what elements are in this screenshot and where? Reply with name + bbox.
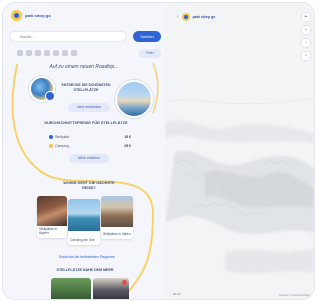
destination-image	[68, 199, 100, 231]
price-label-wrap: Camping	[49, 143, 70, 149]
terrain-layer	[165, 3, 314, 299]
search-row: Suchen	[9, 31, 161, 42]
category-chip-icon[interactable]	[53, 50, 59, 56]
discover-regions-link[interactable]: Entdecke die beliebtesten Regionen	[37, 253, 137, 261]
destination-card[interactable]: Stellplätze in Italien	[101, 196, 133, 239]
where-section-title: WOHIN GEHT DIE NÄCHSTE REISE?	[63, 181, 115, 190]
destination-caption: Camping am See	[70, 238, 95, 243]
destination-caption: Stellplätze in Italien	[103, 232, 131, 237]
zoom-in-icon[interactable]: +	[302, 13, 310, 21]
category-chip-icon[interactable]	[44, 50, 50, 56]
spot-image[interactable]	[51, 278, 91, 299]
filter-button[interactable]: Filter	[139, 49, 161, 58]
search-button[interactable]: Suchen	[133, 31, 161, 42]
zoom-out-icon[interactable]: −	[302, 26, 310, 34]
price-value: 25 €	[124, 144, 131, 148]
destination-image	[101, 196, 133, 227]
category-chip-icon[interactable]	[17, 50, 23, 56]
sidebar-panel: park sleep go Suchen Filter Auf zu einem…	[3, 3, 165, 299]
map-scale: 50 km	[173, 292, 182, 296]
price-row: Camping 25 €	[49, 143, 131, 149]
price-row: Stellplatz 15 €	[49, 134, 131, 140]
price-more-button[interactable]: Mehr erfahren	[69, 154, 109, 163]
destination-image	[37, 196, 67, 226]
heart-icon[interactable]	[122, 280, 127, 285]
price-value: 15 €	[124, 135, 131, 139]
category-chip-icon[interactable]	[71, 50, 77, 56]
map-header: ‹ park sleep go	[177, 13, 215, 21]
map-controls: + − ◦ ▫	[302, 13, 310, 65]
destination-card[interactable]: Camping am See	[68, 199, 100, 245]
category-chip-icon[interactable]	[62, 50, 68, 56]
search-input[interactable]	[9, 31, 127, 42]
layers-icon[interactable]: ▫	[302, 52, 310, 60]
map-view[interactable]: ‹ park sleep go + − ◦ ▫ 50 km Mapbox © O…	[165, 3, 314, 299]
price-label-wrap: Stellplatz	[49, 134, 70, 140]
promo-title: Auf zu einem neuen Roadtrip...	[49, 64, 119, 70]
promo-text: ENTDECKE DIE SCHÖNSTEN STELLPLÄTZE	[61, 83, 111, 92]
category-chip-icon[interactable]	[35, 50, 41, 56]
category-chip-icon[interactable]	[26, 50, 32, 56]
destination-card[interactable]: Stellplätze in Bayern	[37, 196, 67, 238]
promo-image-right	[115, 80, 153, 118]
map-attribution[interactable]: Mapbox © OpenStreetMap	[279, 294, 310, 297]
location-badge-icon	[45, 91, 55, 101]
logo-mark-icon	[11, 10, 22, 21]
price-section-title: DURCHSCHNITTSPREISE FÜR STELLPLÄTZE	[44, 121, 128, 125]
price-label: Camping	[55, 143, 70, 148]
promo-button[interactable]: Jetzt entdecken	[68, 103, 110, 112]
stellplatz-dot-icon	[49, 135, 53, 140]
camping-dot-icon	[49, 144, 53, 149]
price-label: Stellplatz	[55, 134, 70, 139]
logo-mark-icon	[181, 13, 190, 21]
compass-icon[interactable]: ◦	[302, 39, 310, 47]
bottom-section-title: STELLPLÄTZE NAHE DEM MEER	[56, 268, 114, 272]
back-arrow-icon[interactable]: ‹	[177, 14, 179, 20]
logo-text: park sleep go	[25, 12, 51, 18]
spot-image[interactable]	[93, 278, 129, 299]
app-logo[interactable]: park sleep go	[11, 10, 51, 21]
logo-text: park sleep go	[192, 15, 216, 19]
destination-caption: Stellplätze in Bayern	[39, 227, 58, 236]
app-window: park sleep go Suchen Filter Auf zu einem…	[3, 3, 314, 299]
category-chips	[17, 50, 77, 56]
